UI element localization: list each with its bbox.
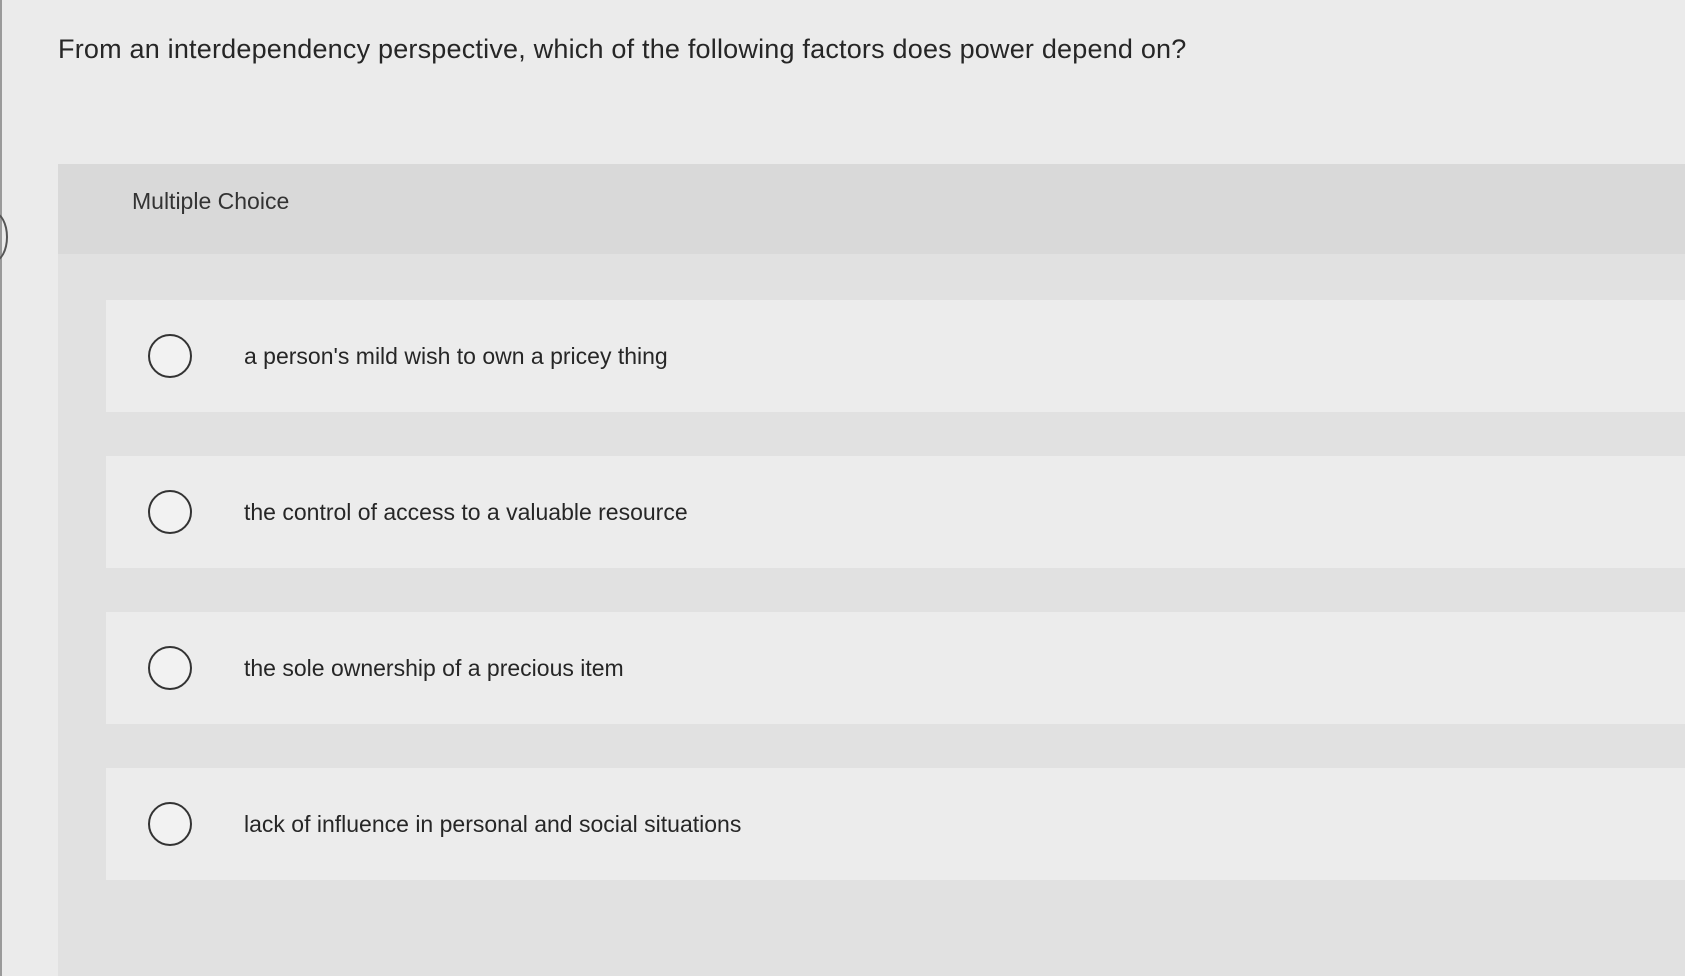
window-left-edge — [0, 0, 2, 976]
answer-choice-3[interactable]: the sole ownership of a precious item — [106, 612, 1685, 724]
answer-choices-list: a person's mild wish to own a pricey thi… — [106, 300, 1685, 924]
answer-choice-label: lack of influence in personal and social… — [244, 810, 742, 837]
answer-choice-label: a person's mild wish to own a pricey thi… — [244, 342, 668, 369]
answer-choice-1[interactable]: a person's mild wish to own a pricey thi… — [106, 300, 1685, 412]
answer-choice-4[interactable]: lack of influence in personal and social… — [106, 768, 1685, 880]
radio-button-icon[interactable] — [148, 802, 192, 846]
question-type-label: Multiple Choice — [132, 188, 290, 214]
radio-button-icon[interactable] — [148, 334, 192, 378]
answer-choice-label: the control of access to a valuable reso… — [244, 498, 688, 525]
question-text: From an interdependency perspective, whi… — [58, 34, 1187, 64]
answer-choice-2[interactable]: the control of access to a valuable reso… — [106, 456, 1685, 568]
radio-button-icon[interactable] — [148, 646, 192, 690]
radio-button-icon[interactable] — [148, 490, 192, 534]
answer-choice-label: the sole ownership of a precious item — [244, 654, 624, 681]
panel-header: Multiple Choice — [58, 164, 1685, 254]
multiple-choice-panel: Multiple Choice a person's mild wish to … — [58, 164, 1685, 976]
side-tab-handle[interactable] — [0, 212, 8, 262]
